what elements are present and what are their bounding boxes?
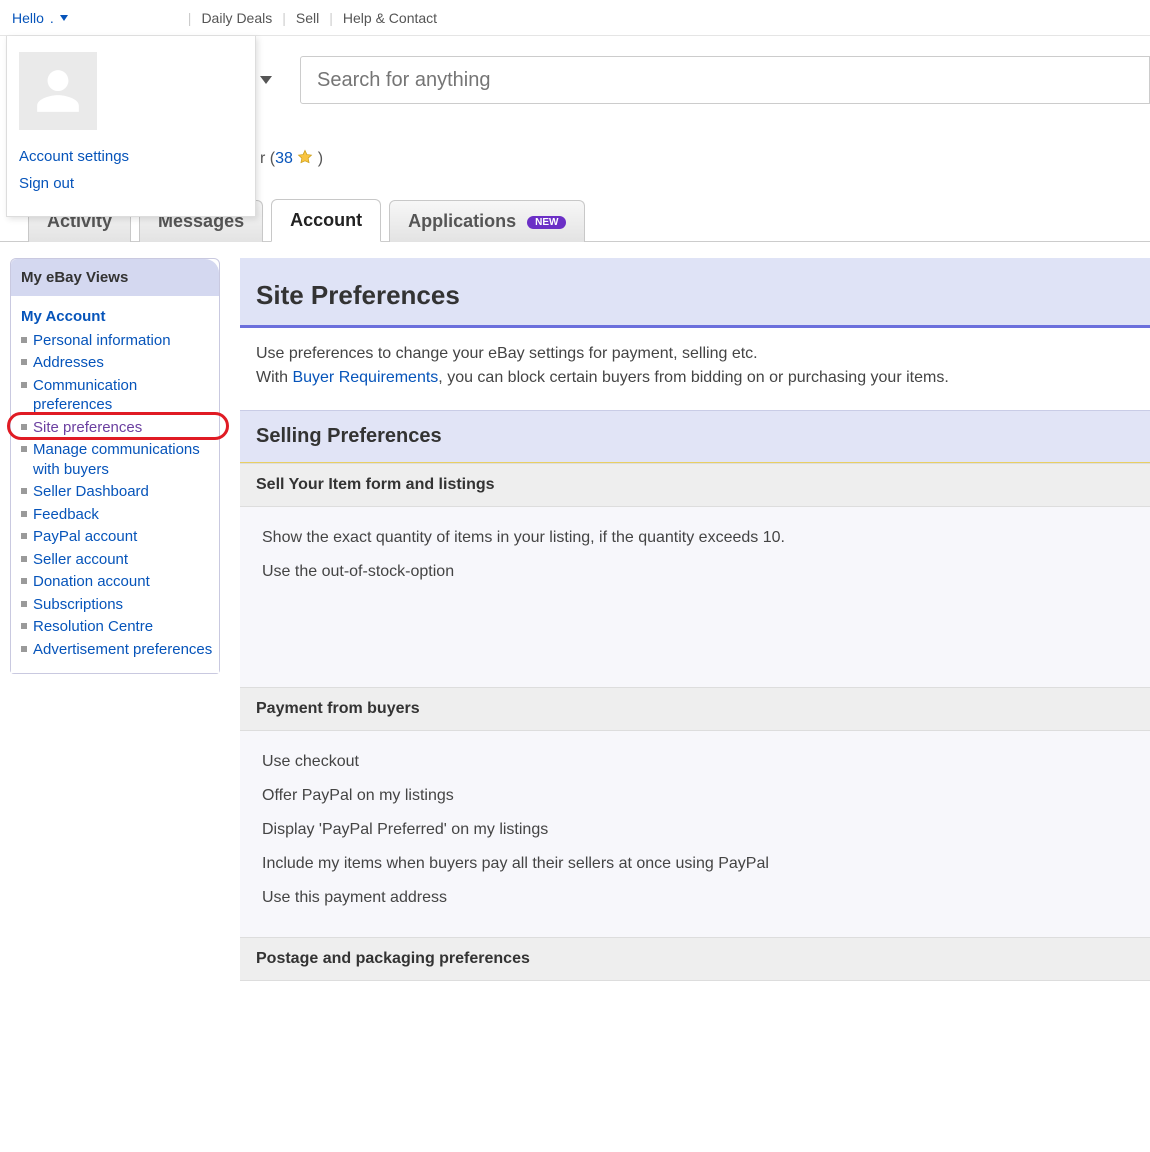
sidebar-item-resolution-centre[interactable]: Resolution Centre (21, 616, 213, 639)
nav-daily-deals[interactable]: Daily Deals (201, 10, 272, 26)
pref-line: Display 'PayPal Preferred' on my listing… (262, 813, 1128, 847)
pref-line: Use checkout (262, 745, 1128, 779)
page-title: Site Preferences (256, 280, 1134, 311)
new-badge: NEW (527, 216, 566, 229)
payment-options: Use checkout Offer PayPal on my listings… (240, 731, 1150, 937)
nav-sell[interactable]: Sell (296, 10, 319, 26)
pref-line: Offer PayPal on my listings (262, 779, 1128, 813)
sidebar-item-label: Site preferences (33, 418, 142, 438)
sidebar-item-label: Advertisement preferences (33, 640, 212, 660)
sell-form-options: Show the exact quantity of items in your… (240, 507, 1150, 687)
feedback-prefix: r ( (260, 150, 275, 167)
pref-line: Use the out-of-stock-option (262, 555, 1128, 589)
sidebar-item-advertisement-preferences[interactable]: Advertisement preferences (21, 638, 213, 661)
bullet-icon (21, 488, 27, 494)
subsection-payment-from-buyers: Payment from buyers (240, 687, 1150, 731)
bullet-icon (21, 337, 27, 343)
hello-menu-trigger[interactable]: Hello . (12, 10, 68, 26)
sidebar-item-communication-preferences[interactable]: Communication preferences (21, 374, 213, 416)
sidebar-item-donation-account[interactable]: Donation account (21, 571, 213, 594)
bullet-icon (21, 511, 27, 517)
subsection-sell-your-item: Sell Your Item form and listings (240, 463, 1150, 507)
sidebar-item-label: Donation account (33, 572, 150, 592)
subsection-postage-packaging: Postage and packaging preferences (240, 937, 1150, 981)
pref-line: Show the exact quantity of items in your… (262, 521, 1128, 555)
sidebar-item-label: Addresses (33, 353, 104, 373)
nav-help-contact[interactable]: Help & Contact (343, 10, 437, 26)
pref-line: Use this payment address (262, 881, 1128, 915)
chevron-down-icon (60, 15, 68, 21)
sidebar-item-label: Manage communications with buyers (33, 440, 213, 479)
section-selling-preferences: Selling Preferences (240, 410, 1150, 463)
intro-line2a: With (256, 369, 292, 386)
bullet-icon (21, 382, 27, 388)
sidebar-item-label: Subscriptions (33, 595, 123, 615)
sidebar-item-seller-account[interactable]: Seller account (21, 548, 213, 571)
sidebar-item-label: Communication preferences (33, 376, 213, 415)
category-chevron-icon[interactable] (260, 76, 272, 84)
sidebar-item-label: Seller Dashboard (33, 482, 149, 502)
sidebar-section[interactable]: My Account (21, 308, 213, 325)
account-settings-link[interactable]: Account settings (19, 148, 243, 165)
top-nav: Hello . | Daily Deals | Sell | Help & Co… (0, 0, 1150, 36)
bullet-icon (21, 533, 27, 539)
bullet-icon (21, 446, 27, 452)
separator: | (282, 10, 286, 26)
bullet-icon (21, 601, 27, 607)
tab-applications-label: Applications (408, 211, 516, 231)
bullet-icon (21, 646, 27, 652)
sidebar: My eBay Views My Account Personal inform… (10, 258, 220, 674)
avatar (19, 52, 97, 130)
bullet-icon (21, 578, 27, 584)
sidebar-item-seller-dashboard[interactable]: Seller Dashboard (21, 481, 213, 504)
bullet-icon (21, 623, 27, 629)
intro-text: Use preferences to change your eBay sett… (240, 328, 1150, 410)
sidebar-item-label: Feedback (33, 505, 99, 525)
hello-label: Hello (12, 10, 44, 26)
tab-applications[interactable]: Applications NEW (389, 200, 585, 242)
sign-out-link[interactable]: Sign out (19, 175, 243, 192)
sidebar-item-personal-information[interactable]: Personal information (21, 329, 213, 352)
intro-line2b: , you can block certain buyers from bidd… (438, 369, 948, 386)
sidebar-item-feedback[interactable]: Feedback (21, 503, 213, 526)
intro-line1: Use preferences to change your eBay sett… (256, 342, 1134, 366)
feedback-suffix: ) (313, 150, 323, 167)
pref-line: Include my items when buyers pay all the… (262, 847, 1128, 881)
sidebar-title: My eBay Views (11, 259, 219, 296)
panel-header: Site Preferences (240, 258, 1150, 328)
sidebar-item-paypal-account[interactable]: PayPal account (21, 526, 213, 549)
sidebar-item-label: PayPal account (33, 527, 137, 547)
star-icon (297, 149, 313, 165)
bullet-icon (21, 359, 27, 365)
sidebar-item-addresses[interactable]: Addresses (21, 352, 213, 375)
user-icon (33, 66, 83, 116)
separator: | (329, 10, 333, 26)
sidebar-item-site-preferences[interactable]: Site preferences (21, 416, 213, 439)
sidebar-item-label: Resolution Centre (33, 617, 153, 637)
sidebar-item-manage-communications[interactable]: Manage communications with buyers (21, 439, 213, 481)
bullet-icon (21, 556, 27, 562)
sidebar-item-label: Personal information (33, 331, 171, 351)
buyer-requirements-link[interactable]: Buyer Requirements (292, 369, 438, 386)
search-input[interactable] (300, 56, 1150, 104)
main-content: My eBay Views My Account Personal inform… (0, 242, 1150, 981)
feedback-count[interactable]: 38 (275, 150, 293, 167)
hello-dropdown: Account settings Sign out (6, 36, 256, 217)
bullet-icon (21, 424, 27, 430)
sidebar-item-subscriptions[interactable]: Subscriptions (21, 593, 213, 616)
content-panel: Site Preferences Use preferences to chan… (240, 258, 1150, 981)
sidebar-item-label: Seller account (33, 550, 128, 570)
separator: | (188, 10, 192, 26)
tab-account[interactable]: Account (271, 199, 381, 242)
